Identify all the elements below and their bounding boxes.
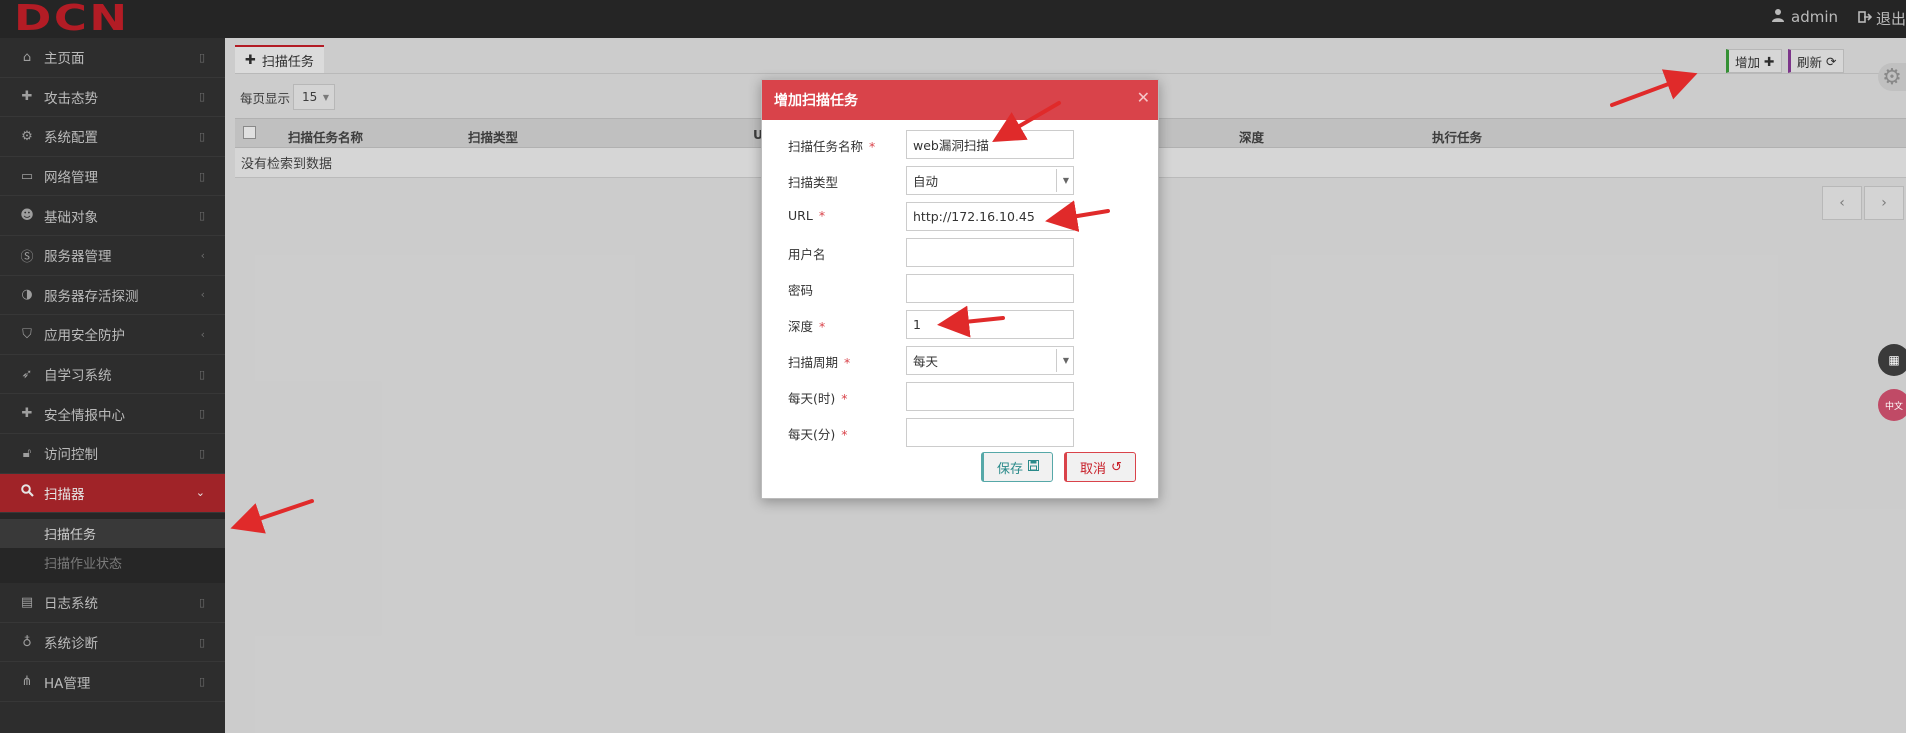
cancel-button[interactable]: 取消 ↺ bbox=[1064, 452, 1136, 482]
depth-input[interactable]: 1 bbox=[906, 310, 1074, 339]
required-marker: * bbox=[819, 319, 826, 334]
select-divider bbox=[1056, 169, 1057, 192]
daily-hour-input[interactable] bbox=[906, 382, 1074, 411]
save-label: 保存 bbox=[996, 461, 1023, 477]
scan-type-select[interactable]: 自动 ▼ bbox=[906, 166, 1074, 195]
field-label: 每天(分) * bbox=[788, 427, 848, 442]
floppy-disk-icon bbox=[1028, 459, 1039, 475]
required-marker: * bbox=[841, 391, 848, 406]
save-button[interactable]: 保存 bbox=[981, 452, 1053, 482]
password-input[interactable] bbox=[906, 274, 1074, 303]
field-label: 深度 * bbox=[788, 319, 826, 334]
field-scan-type: 扫描类型 自动 ▼ bbox=[762, 166, 1160, 196]
field-daily-minute: 每天(分) * bbox=[762, 418, 1160, 448]
field-label: 用户名 bbox=[788, 247, 826, 262]
daily-minute-input[interactable] bbox=[906, 418, 1074, 447]
field-depth: 深度 * 1 bbox=[762, 310, 1160, 340]
required-marker: * bbox=[818, 208, 826, 223]
required-marker: * bbox=[841, 427, 848, 442]
field-url: URL * http://172.16.10.45 bbox=[762, 202, 1160, 232]
caret-down-icon: ▼ bbox=[1062, 356, 1069, 365]
task-name-input[interactable]: web漏洞扫描 bbox=[906, 130, 1074, 159]
modal-title: 增加扫描任务 bbox=[774, 93, 858, 109]
cancel-label: 取消 bbox=[1080, 461, 1107, 477]
required-marker: * bbox=[869, 139, 876, 154]
scan-type-value: 自动 bbox=[913, 174, 939, 189]
field-scan-period: 扫描周期 * 每天 ▼ bbox=[762, 346, 1160, 376]
required-marker: * bbox=[844, 355, 851, 370]
field-label: URL * bbox=[788, 208, 826, 223]
field-daily-hour: 每天(时) * bbox=[762, 382, 1160, 412]
field-label: 扫描周期 * bbox=[788, 355, 851, 370]
language-toggle-button[interactable]: 中文 bbox=[1878, 389, 1906, 421]
language-label: 中文 bbox=[1884, 401, 1903, 412]
scan-period-value: 每天 bbox=[913, 354, 939, 369]
field-label: 每天(时) * bbox=[788, 391, 848, 406]
field-label: 扫描类型 bbox=[788, 175, 839, 190]
field-password: 密码 bbox=[762, 274, 1160, 304]
qr-app-icon[interactable]: ▦ bbox=[1878, 344, 1906, 376]
username-input[interactable] bbox=[906, 238, 1074, 267]
url-input[interactable]: http://172.16.10.45 bbox=[906, 202, 1074, 231]
scan-period-select[interactable]: 每天 ▼ bbox=[906, 346, 1074, 375]
close-icon[interactable]: ✕ bbox=[1137, 88, 1150, 107]
field-task-name: 扫描任务名称 * web漏洞扫描 bbox=[762, 130, 1160, 160]
add-scan-task-modal: 增加扫描任务 ✕ 扫描任务名称 * web漏洞扫描 扫描类型 自动 ▼ URL * … bbox=[761, 79, 1159, 499]
undo-icon: ↺ bbox=[1111, 459, 1122, 475]
field-label: 扫描任务名称 * bbox=[788, 139, 876, 154]
select-divider bbox=[1056, 349, 1057, 372]
caret-down-icon: ▼ bbox=[1062, 176, 1069, 185]
field-username: 用户名 bbox=[762, 238, 1160, 268]
modal-header: 增加扫描任务 ✕ bbox=[762, 80, 1158, 120]
field-label: 密码 bbox=[788, 283, 814, 298]
